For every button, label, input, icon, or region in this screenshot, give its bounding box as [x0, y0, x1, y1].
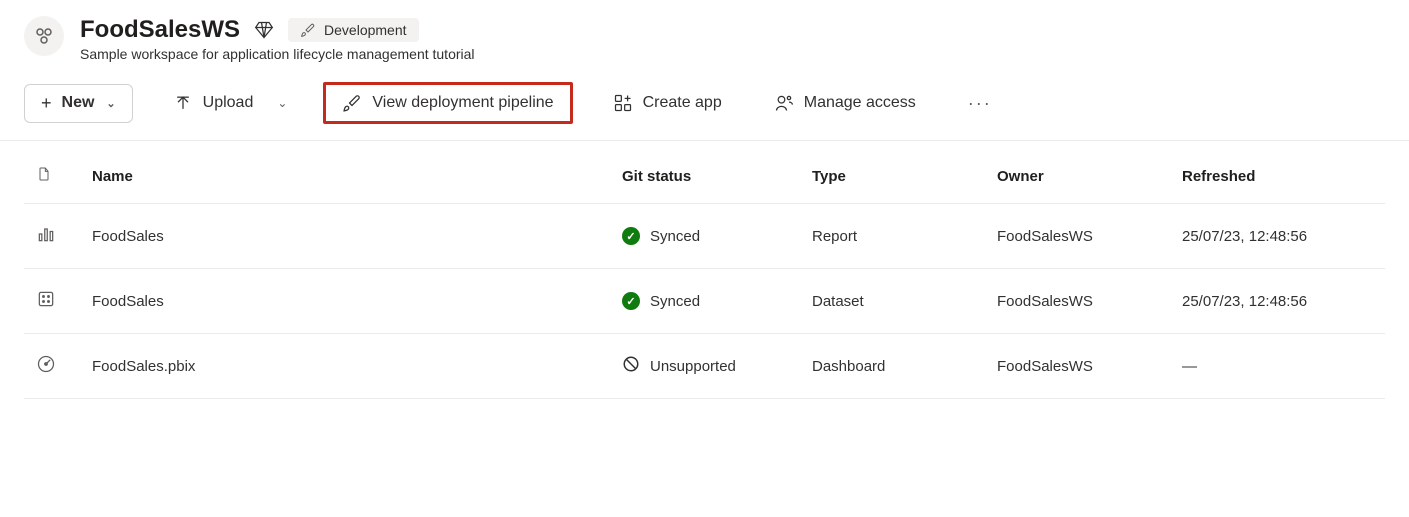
table-header-row: Name Git status Type Owner Refreshed — [24, 141, 1385, 204]
view-deployment-pipeline-button[interactable]: View deployment pipeline — [323, 82, 572, 124]
create-app-button[interactable]: Create app — [601, 85, 734, 121]
item-name: FoodSales — [80, 204, 610, 269]
new-button[interactable]: + New ⌄ — [24, 84, 133, 123]
item-owner: FoodSalesWS — [985, 334, 1170, 399]
upload-chevron-down-icon[interactable]: ⌄ — [269, 96, 295, 110]
upload-button[interactable]: Upload — [161, 85, 266, 121]
new-button-label: New — [62, 94, 95, 112]
item-name: FoodSales.pbix — [80, 334, 610, 399]
dashboard-icon — [36, 354, 56, 374]
table-row[interactable]: FoodSales Synced Dataset FoodSalesWS 25/… — [24, 269, 1385, 334]
column-header-git-status[interactable]: Git status — [610, 141, 800, 204]
column-header-owner[interactable]: Owner — [985, 141, 1170, 204]
report-icon — [36, 224, 56, 244]
premium-diamond-icon[interactable] — [254, 20, 274, 40]
items-table: Name Git status Type Owner Refreshed Foo… — [24, 141, 1385, 399]
item-refreshed: 25/07/23, 12:48:56 — [1170, 269, 1385, 334]
stage-badge-label: Development — [324, 22, 407, 38]
stage-badge[interactable]: Development — [288, 18, 419, 42]
toolbar: + New ⌄ Upload ⌄ View deployment pipelin… — [0, 70, 1409, 141]
table-row[interactable]: FoodSales.pbix Unsupported Dashboard Foo… — [24, 334, 1385, 399]
item-type: Dashboard — [800, 334, 985, 399]
item-type: Dataset — [800, 269, 985, 334]
item-name: FoodSales — [80, 269, 610, 334]
manage-access-button[interactable]: Manage access — [762, 85, 928, 121]
column-header-type[interactable]: Type — [800, 141, 985, 204]
column-header-refreshed[interactable]: Refreshed — [1170, 141, 1385, 204]
dataset-icon — [36, 289, 56, 309]
plus-icon: + — [41, 93, 52, 114]
git-status-label: Synced — [650, 293, 700, 310]
create-app-label: Create app — [643, 94, 722, 112]
check-circle-icon — [622, 227, 640, 245]
table-row[interactable]: FoodSales Synced Report FoodSalesWS 25/0… — [24, 204, 1385, 269]
git-status-label: Synced — [650, 228, 700, 245]
item-owner: FoodSalesWS — [985, 204, 1170, 269]
column-header-name[interactable]: Name — [80, 141, 610, 204]
workspace-avatar-icon — [24, 16, 64, 56]
view-pipeline-label: View deployment pipeline — [372, 94, 553, 112]
item-refreshed: 25/07/23, 12:48:56 — [1170, 204, 1385, 269]
item-type: Report — [800, 204, 985, 269]
chevron-down-icon: ⌄ — [106, 97, 115, 110]
upload-button-label: Upload — [203, 94, 254, 112]
workspace-header: FoodSalesWS Development Sample workspace… — [0, 0, 1409, 70]
unsupported-icon — [622, 355, 640, 377]
item-refreshed: — — [1170, 334, 1385, 399]
git-status-label: Unsupported — [650, 358, 736, 375]
page-title: FoodSalesWS — [80, 16, 240, 44]
workspace-subtitle: Sample workspace for application lifecyc… — [80, 46, 475, 62]
check-circle-icon — [622, 292, 640, 310]
column-header-icon — [24, 141, 80, 204]
manage-access-label: Manage access — [804, 94, 916, 112]
item-owner: FoodSalesWS — [985, 269, 1170, 334]
more-options-button[interactable]: ··· — [956, 85, 1004, 122]
